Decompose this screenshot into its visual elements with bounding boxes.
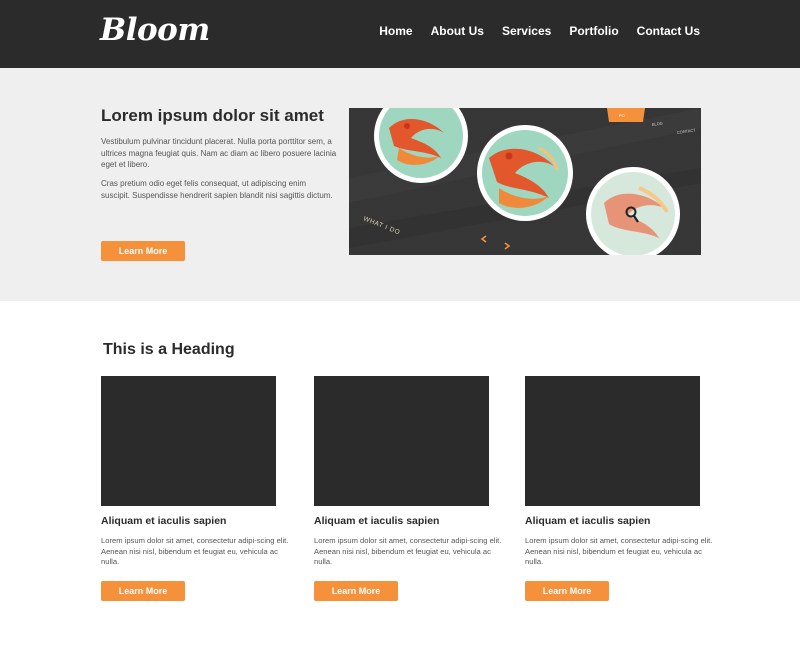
card-thumbnail — [525, 376, 700, 506]
nav-home[interactable]: Home — [379, 24, 412, 38]
card-learn-more-button[interactable]: Learn More — [314, 581, 398, 601]
nav-portfolio[interactable]: Portfolio — [569, 24, 618, 38]
card-text: Lorem ipsum dolor sit amet, consectetur … — [101, 536, 289, 566]
card-learn-more-button[interactable]: Learn More — [101, 581, 185, 601]
site-header: Bloom Home About Us Services Portfolio C… — [0, 0, 800, 68]
svg-text:PO: PO — [619, 113, 625, 118]
card-title: Aliquam et iaculis sapien — [101, 515, 227, 527]
nav-services[interactable]: Services — [502, 24, 551, 38]
hero-paragraph-1: Vestibulum pulvinar tincidunt placerat. … — [101, 137, 337, 169]
hero-image: PO BLOG CONTACT WHAT I DO — [349, 108, 701, 255]
feature-card-3: Aliquam et iaculis sapien Lorem ipsum do… — [525, 376, 715, 601]
site-logo[interactable]: Bloom — [100, 12, 210, 48]
hero-learn-more-button[interactable]: Learn More — [101, 241, 185, 261]
card-thumbnail — [314, 376, 489, 506]
feature-card-2: Aliquam et iaculis sapien Lorem ipsum do… — [314, 376, 504, 601]
card-text: Lorem ipsum dolor sit amet, consectetur … — [525, 536, 713, 566]
nav-contact-us[interactable]: Contact Us — [637, 24, 700, 38]
card-title: Aliquam et iaculis sapien — [314, 515, 440, 527]
section-heading: This is a Heading — [103, 341, 235, 358]
card-text: Lorem ipsum dolor sit amet, consectetur … — [314, 536, 502, 566]
hero-paragraph-2: Cras pretium odio eget felis consequat, … — [101, 179, 333, 200]
main-nav: Home About Us Services Portfolio Contact… — [379, 24, 700, 38]
nav-about-us[interactable]: About Us — [431, 24, 484, 38]
portfolio-preview-image: PO BLOG CONTACT WHAT I DO — [349, 108, 701, 255]
card-title: Aliquam et iaculis sapien — [525, 515, 651, 527]
card-thumbnail — [101, 376, 276, 506]
tab-badge — [607, 108, 645, 122]
feature-card-1: Aliquam et iaculis sapien Lorem ipsum do… — [101, 376, 291, 601]
hero-section: Lorem ipsum dolor sit amet Vestibulum pu… — [0, 68, 800, 301]
hero-title: Lorem ipsum dolor sit amet — [101, 106, 324, 125]
card-learn-more-button[interactable]: Learn More — [525, 581, 609, 601]
dragon-badge-2 — [477, 125, 573, 221]
